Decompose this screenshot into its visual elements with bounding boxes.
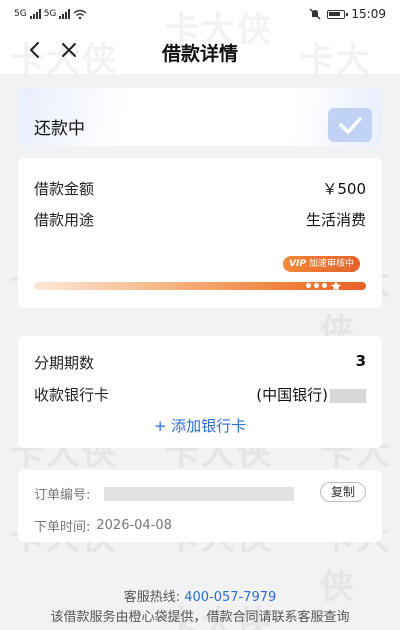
hotline-number[interactable]: 400-057-7979 bbox=[184, 590, 276, 605]
signal-label-2: 5G bbox=[43, 9, 57, 19]
hotline-label: 客服热线: bbox=[123, 590, 181, 605]
amount-row: 借款金额 ￥500 bbox=[34, 178, 366, 199]
progress-dot bbox=[314, 283, 319, 288]
nav-bar: 借款详情 bbox=[0, 28, 400, 74]
loan-card: 借款金额 ￥500 借款用途 生活消费 VIP 加速审核中 bbox=[18, 158, 382, 308]
periods-row: 分期期数 3 bbox=[34, 352, 366, 373]
add-bank-card-button[interactable]: + 添加银行卡 bbox=[18, 415, 382, 436]
periods-value: 3 bbox=[355, 352, 366, 370]
purpose-label: 借款用途 bbox=[34, 211, 95, 229]
signal-area: 5G 5G bbox=[14, 9, 87, 20]
progress-area: VIP 加速审核中 bbox=[34, 256, 366, 296]
progress-dot bbox=[322, 283, 327, 288]
wifi-icon bbox=[73, 9, 87, 19]
footer-notice: 该借款服务由橙心袋提供，借款合同请联系客服查询 bbox=[50, 610, 350, 625]
signal-label-1: 5G bbox=[14, 9, 27, 19]
battery-icon bbox=[327, 9, 349, 19]
order-number-row: 订单编号: 复制 bbox=[34, 482, 366, 503]
purpose-value: 生活消费 bbox=[305, 211, 366, 229]
check-badge-icon bbox=[328, 108, 372, 142]
bank-label: 收款银行卡 bbox=[34, 386, 110, 404]
bank-row[interactable]: 收款银行卡 (中国银行) bbox=[34, 384, 366, 405]
clock: 15:09 bbox=[351, 7, 386, 21]
amount-value: ￥500 bbox=[322, 180, 366, 198]
vip-tag: VIP bbox=[289, 259, 306, 269]
periods-label: 分期期数 bbox=[34, 354, 95, 372]
status-bar: 5G 5G 15:09 bbox=[0, 0, 400, 28]
order-number-label: 订单编号: bbox=[34, 488, 91, 503]
order-time-row: 下单时间: 2026-04-08 bbox=[34, 516, 366, 535]
order-time-label: 下单时间: bbox=[34, 520, 91, 535]
status-right: 15:09 bbox=[309, 7, 386, 21]
order-number-mask bbox=[104, 486, 295, 501]
status-card: 还款中 bbox=[18, 88, 382, 146]
vip-text: 加速审核中 bbox=[308, 259, 354, 269]
copy-button[interactable]: 复制 bbox=[319, 482, 366, 502]
order-card: 订单编号: 复制 下单时间: 2026-04-08 bbox=[18, 470, 382, 542]
signal-icon bbox=[29, 9, 41, 19]
order-time-value: 2026-04-08 bbox=[96, 518, 172, 533]
bank-number-mask bbox=[330, 388, 366, 403]
installment-card: 分期期数 3 收款银行卡 (中国银行) + 添加银行卡 bbox=[18, 336, 382, 448]
repayment-status: 还款中 bbox=[34, 119, 85, 139]
mute-icon bbox=[309, 8, 321, 20]
signal-icon-2 bbox=[59, 9, 71, 19]
progress-dot bbox=[306, 283, 311, 288]
vip-badge: VIP 加速审核中 bbox=[283, 256, 360, 272]
amount-label: 借款金额 bbox=[34, 180, 95, 198]
star-icon bbox=[331, 281, 341, 291]
bank-value-wrap: (中国银行) bbox=[256, 384, 366, 405]
bank-value: (中国银行) bbox=[256, 386, 328, 404]
page-title: 借款详情 bbox=[161, 43, 238, 65]
hotline: 客服热线: 400-057-7979 bbox=[0, 586, 400, 605]
purpose-row: 借款用途 生活消费 bbox=[34, 209, 366, 230]
